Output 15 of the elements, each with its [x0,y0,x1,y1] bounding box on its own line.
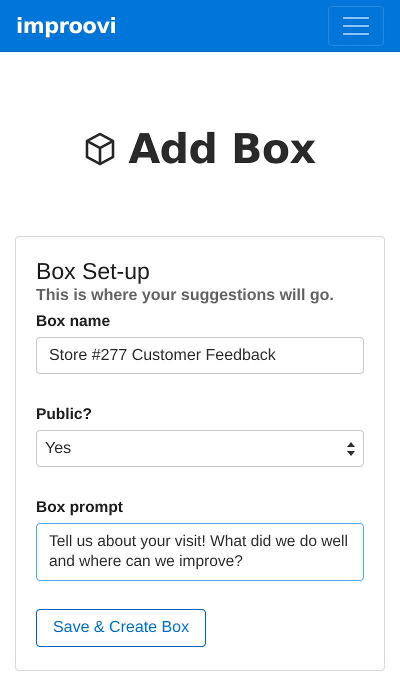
brand-logo[interactable]: improovi [16,14,116,38]
save-button[interactable]: Save & Create Box [36,609,206,647]
updown-arrows-icon [347,442,355,456]
cube-icon [84,132,116,166]
menu-button[interactable] [328,6,384,46]
card-subtitle: This is where your suggestions will go. [36,287,335,305]
field-label: Box name [36,313,112,331]
input-field[interactable]: Store #277 Customer Feedback [36,337,364,374]
menu-icon [343,17,369,35]
text-area[interactable]: Tell us about your visit! What did we do well and where can we improve? [36,523,364,581]
select-field[interactable]: Yes [36,430,364,467]
page-title: Add Box [128,124,316,174]
field-label: Box prompt [36,499,124,517]
field-label: Public? [36,406,93,424]
card-title: Box Set-up [36,257,151,285]
